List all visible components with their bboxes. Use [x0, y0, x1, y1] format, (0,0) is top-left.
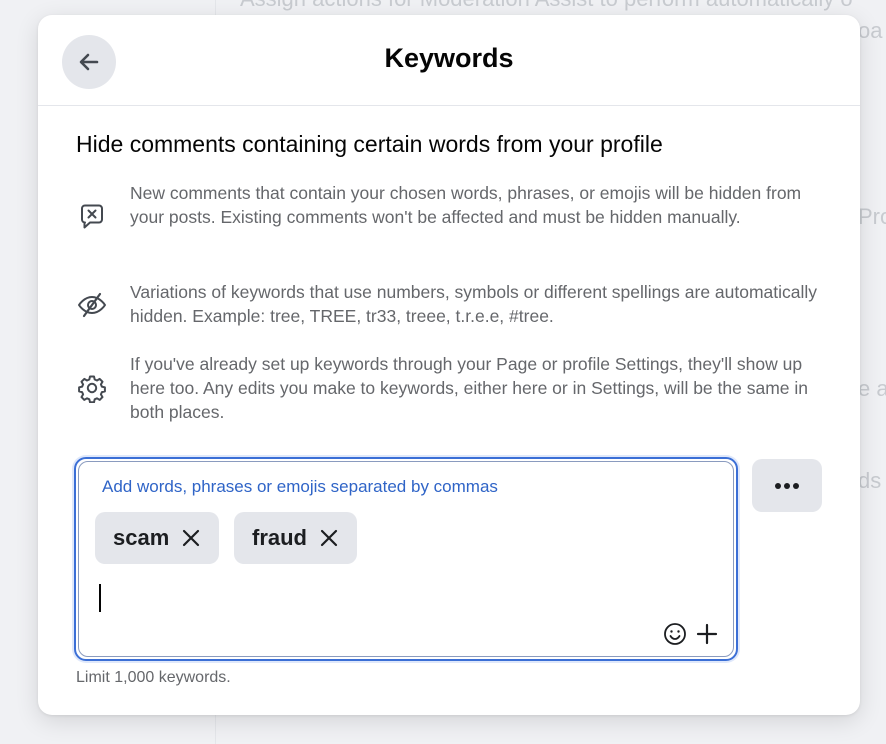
keyword-chip: scam: [95, 512, 220, 564]
info-text: New comments that contain your chosen wo…: [130, 183, 802, 227]
dialog-header: Keywords: [38, 15, 860, 106]
info-text: If you've already set up keywords throug…: [130, 354, 808, 422]
remove-keyword-close-icon[interactable]: [181, 528, 201, 548]
keyword-chip-label: scam: [113, 525, 170, 550]
info-item-variations: Variations of keywords that use numbers,…: [76, 280, 836, 332]
keyword-chip-label: fraud: [252, 525, 307, 550]
eye-slash-icon: [76, 289, 108, 321]
section-heading: Hide comments containing certain words f…: [76, 131, 663, 157]
smiley-icon: [663, 622, 687, 646]
add-keyword-button[interactable]: [694, 621, 720, 647]
text-cursor: [99, 584, 101, 612]
background-text: Assign actions for Moderation Assist to …: [240, 0, 853, 12]
background-text: Pro: [858, 204, 886, 229]
info-item-hidden-comments: New comments that contain your chosen wo…: [76, 181, 836, 257]
keywords-placeholder: Add words, phrases or emojis separated b…: [102, 477, 498, 496]
info-item-settings-sync: If you've already set up keywords throug…: [76, 352, 836, 428]
keyword-limit-text: Limit 1,000 keywords.: [76, 669, 231, 686]
remove-keyword-close-icon[interactable]: [319, 528, 339, 548]
keyword-chip: fraud: [234, 512, 357, 564]
keywords-input[interactable]: Add words, phrases or emojis separated b…: [74, 457, 738, 661]
background-text: ds: [858, 468, 882, 493]
keywords-dialog: Keywords Hide comments containing certai…: [38, 15, 860, 715]
background-text: oa: [858, 18, 883, 43]
more-dots-icon: [774, 482, 800, 490]
plus-icon: [696, 623, 718, 645]
more-options-button[interactable]: [752, 459, 822, 512]
comment-x-icon: [76, 201, 108, 233]
dialog-title: Keywords: [384, 43, 514, 73]
background-text: e a: [858, 376, 886, 401]
info-text: Variations of keywords that use numbers,…: [130, 282, 818, 326]
emoji-button[interactable]: [662, 621, 688, 647]
gear-icon: [76, 372, 108, 404]
